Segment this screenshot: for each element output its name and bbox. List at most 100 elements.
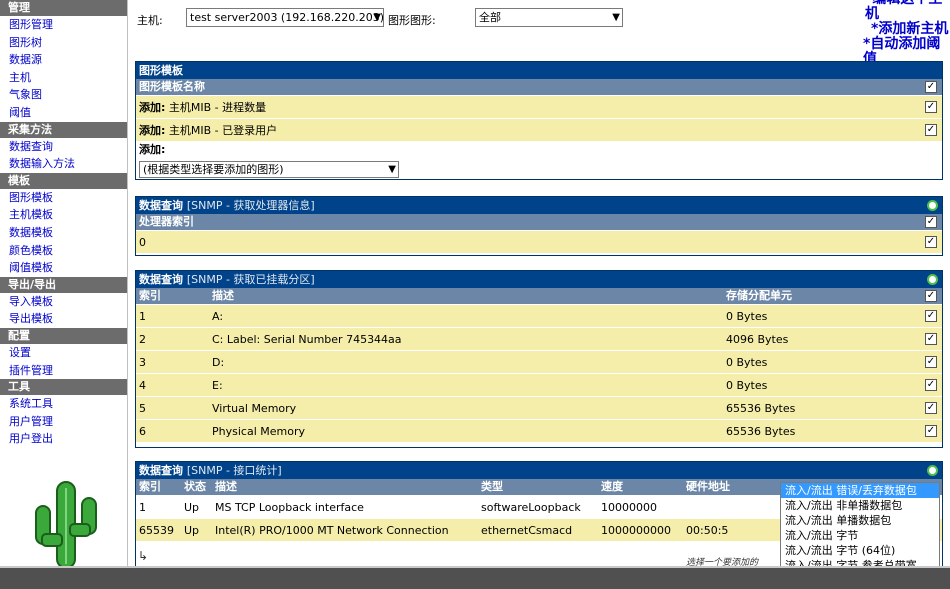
dropdown-option[interactable]: 流入/流出 字节 <box>781 528 939 543</box>
return-arrow-icon: ↳ <box>138 549 149 563</box>
table-row: 添加: 主机MIB - 进程数量 ✓ <box>136 95 942 118</box>
row-checkbox[interactable]: ✓ <box>925 379 937 391</box>
add-graph-select-value: (根据类型选择要添加的图形) <box>143 163 284 176</box>
sidebar-item[interactable]: 颜色模板 <box>0 242 127 260</box>
sidebar-item[interactable]: 图形树 <box>0 34 127 52</box>
cell-allocation-unit: 65536 Bytes <box>726 425 796 438</box>
dropdown-option[interactable]: 流入/流出 错误/丢弃数据包 <box>781 483 939 498</box>
host-select[interactable]: test server2003 (192.168.220.203) ▼ <box>186 8 384 27</box>
select-all-checkbox[interactable]: ✓ <box>925 216 937 228</box>
sidebar-item[interactable]: 用户登出 <box>0 430 127 448</box>
sidebar-item[interactable]: 阈值 <box>0 104 127 122</box>
graph-templates-panel: 图形模板 图形模板名称 ✓ 添加: 主机MIB - 进程数量 ✓ 添加: 主机M… <box>135 61 943 180</box>
cell-type: softwareLoopback <box>481 501 581 514</box>
cell-speed: 10000000 <box>601 501 657 514</box>
dropdown-option[interactable]: 流入/流出 单播数据包 <box>781 513 939 528</box>
row-checkbox[interactable]: ✓ <box>925 101 937 113</box>
column-header: 速度 <box>601 480 623 493</box>
column-header: 图形模板名称 <box>139 80 205 93</box>
row-text: 主机MIB - 进程数量 <box>165 101 267 114</box>
cell-speed: 1000000000 <box>601 524 671 537</box>
sidebar-item[interactable]: 阈值模板 <box>0 259 127 277</box>
row-checkbox[interactable]: ✓ <box>925 124 937 136</box>
edit-host-link[interactable]: *编辑这个主机 <box>863 0 950 22</box>
table-row: 添加: 主机MIB - 已登录用户 ✓ <box>136 118 942 141</box>
chevron-down-icon: ▼ <box>373 12 381 23</box>
table-row: 6 Physical Memory 65536 Bytes ✓ <box>136 419 942 442</box>
row-checkbox[interactable]: ✓ <box>925 402 937 414</box>
panel-title-text: 数据查询 <box>139 464 183 477</box>
graph-type-label: 图形图形: <box>388 14 436 27</box>
cell-index: 2 <box>139 333 146 346</box>
sidebar-item[interactable]: 数据模板 <box>0 224 127 242</box>
cell-description: Virtual Memory <box>212 402 297 415</box>
cell-allocation-unit: 0 Bytes <box>726 310 768 323</box>
sidebar-item[interactable]: 数据输入方法 <box>0 155 127 173</box>
column-header: 索引 <box>139 289 161 302</box>
row-checkbox[interactable]: ✓ <box>925 310 937 322</box>
column-header: 描述 <box>212 289 234 302</box>
chevron-down-icon: ▼ <box>388 164 396 175</box>
select-all-checkbox[interactable]: ✓ <box>925 290 937 302</box>
panel-subtitle: [SNMP - 获取已挂载分区] <box>186 273 315 286</box>
sidebar-section-header: 配置 <box>0 327 127 344</box>
add-graph-select[interactable]: (根据类型选择要添加的图形) ▼ <box>139 161 399 178</box>
cell-index: 1 <box>139 310 146 323</box>
row-checkbox[interactable]: ✓ <box>925 236 937 248</box>
cell-description: Intel(R) PRO/1000 MT Network Connection <box>215 524 449 537</box>
dropdown-option[interactable]: 流入/流出 非单播数据包 <box>781 498 939 513</box>
sidebar-section-header: 模板 <box>0 172 127 189</box>
refresh-circle-icon[interactable] <box>927 200 938 211</box>
sidebar-item[interactable]: 主机 <box>0 69 127 87</box>
cell-allocation-unit: 0 Bytes <box>726 379 768 392</box>
sidebar-section-header: 管理 <box>0 0 127 16</box>
sidebar-item[interactable]: 导入模板 <box>0 293 127 311</box>
refresh-circle-icon[interactable] <box>927 465 938 476</box>
sidebar-item[interactable]: 数据源 <box>0 51 127 69</box>
sidebar-section-header: 工具 <box>0 379 127 396</box>
sidebar-item[interactable]: 导出模板 <box>0 310 127 328</box>
column-header: 索引 <box>139 480 161 493</box>
row-checkbox[interactable]: ✓ <box>925 333 937 345</box>
cell-description: C: Label: Serial Number 745344aa <box>212 333 402 346</box>
sidebar-item[interactable]: 气象图 <box>0 86 127 104</box>
panel-title: 图形模板 <box>136 62 942 79</box>
table-header: 索引 描述 存储分配单元 ✓ <box>136 288 942 304</box>
sidebar-item[interactable]: 插件管理 <box>0 362 127 380</box>
cell-index: 65539 <box>139 524 174 537</box>
cell-description: E: <box>212 379 223 392</box>
graph-type-select[interactable]: 全部 ▼ <box>475 8 623 27</box>
table-row: 3 D: 0 Bytes ✓ <box>136 350 942 373</box>
sidebar-item[interactable]: 图形模板 <box>0 189 127 207</box>
row-text: 主机MIB - 已登录用户 <box>165 124 278 137</box>
refresh-circle-icon[interactable] <box>927 274 938 285</box>
sidebar-item[interactable]: 设置 <box>0 344 127 362</box>
graph-type-select-value: 全部 <box>479 11 501 24</box>
row-checkbox[interactable]: ✓ <box>925 356 937 368</box>
cell-index: 5 <box>139 402 146 415</box>
sidebar-item[interactable]: 系统工具 <box>0 395 127 413</box>
taskbar <box>0 566 950 589</box>
table-row: 5 Virtual Memory 65536 Bytes ✓ <box>136 396 942 419</box>
table-row: 4 E: 0 Bytes ✓ <box>136 373 942 396</box>
cell-allocation-unit: 0 Bytes <box>726 356 768 369</box>
cell-index: 4 <box>139 379 146 392</box>
row-checkbox[interactable]: ✓ <box>925 425 937 437</box>
host-actions: *编辑这个主机 *添加新主机 *自动添加阈值 <box>863 0 950 67</box>
column-header: 处理器索引 <box>139 215 194 228</box>
sidebar-item[interactable]: 数据查询 <box>0 138 127 156</box>
dropdown-option[interactable]: 流入/流出 字节 (64位) <box>781 543 939 558</box>
sidebar-item[interactable]: 图形管理 <box>0 16 127 34</box>
sidebar: 管理 图形管理 图形树 数据源 主机 气象图 阈值 采集方法 数据查询 数据输入方法 模板 图形模板主… <box>0 0 128 589</box>
cell-description: Physical Memory <box>212 425 305 438</box>
column-header: 状态 <box>184 480 206 493</box>
panel-title: 数据查询 [SNMP - 获取已挂载分区] <box>136 271 942 288</box>
sidebar-item[interactable]: 用户管理 <box>0 413 127 431</box>
select-all-checkbox[interactable]: ✓ <box>925 81 937 93</box>
table-header: 处理器索引 ✓ <box>136 214 942 230</box>
sidebar-item[interactable]: 主机模板 <box>0 206 127 224</box>
cell-index: 3 <box>139 356 146 369</box>
host-select-value: test server2003 (192.168.220.203) <box>190 11 384 24</box>
add-host-link[interactable]: *添加新主机 <box>863 22 950 37</box>
cell-index: 6 <box>139 425 146 438</box>
